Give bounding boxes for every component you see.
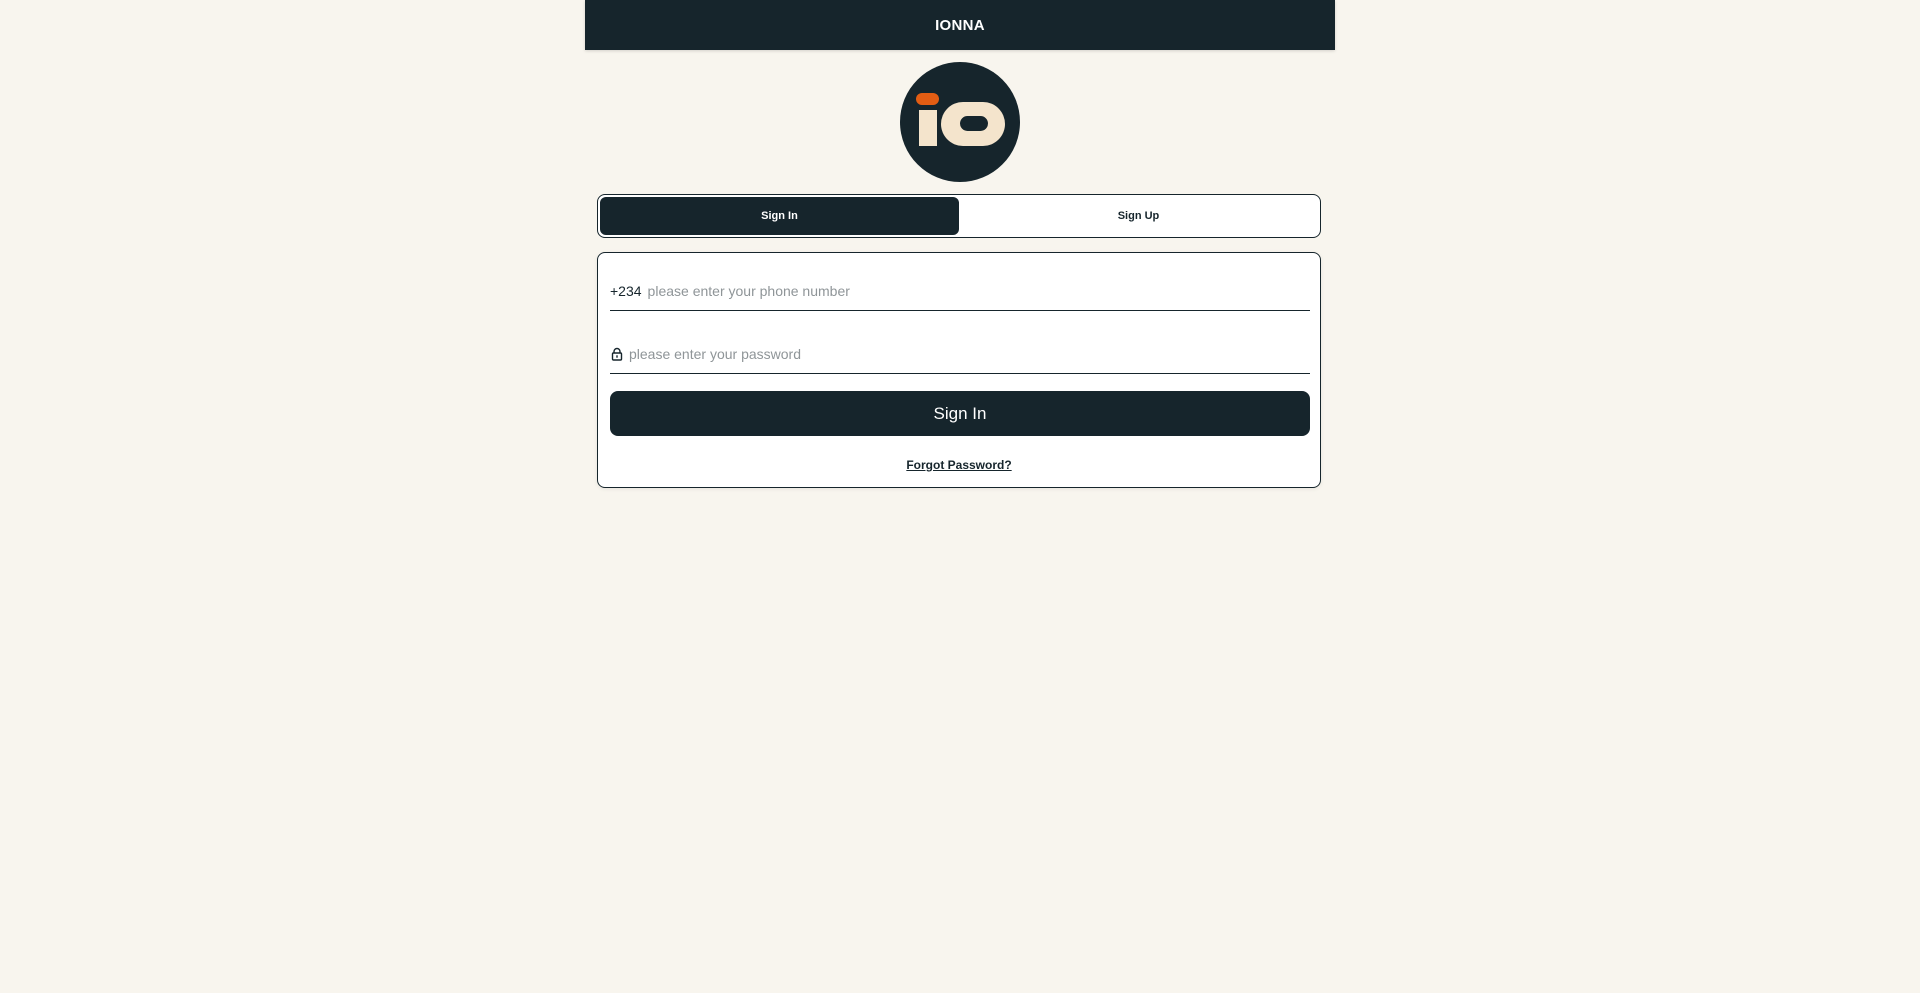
phone-input[interactable]: [647, 282, 1310, 299]
lock-icon: [610, 347, 624, 361]
password-input[interactable]: [629, 345, 1310, 362]
app-title: IONNA: [935, 16, 985, 34]
app-container: IONNA Sign In Sign Up +234 please enter …: [585, 0, 1335, 993]
sign-in-form: +234 Sign In Forgot Password?: [597, 252, 1321, 488]
ionna-logo-icon: [900, 62, 1020, 182]
tab-sign-in[interactable]: Sign In: [600, 197, 959, 235]
forgot-password-link[interactable]: Forgot Password?: [598, 458, 1320, 472]
phone-field: +234: [610, 271, 1310, 311]
top-bar: IONNA: [585, 0, 1335, 50]
country-code-prefix: +234: [610, 282, 642, 299]
password-field: [610, 334, 1310, 374]
tab-sign-up[interactable]: Sign Up: [959, 197, 1318, 235]
auth-tabs: Sign In Sign Up: [597, 194, 1321, 238]
sign-in-button[interactable]: Sign In: [610, 391, 1310, 436]
